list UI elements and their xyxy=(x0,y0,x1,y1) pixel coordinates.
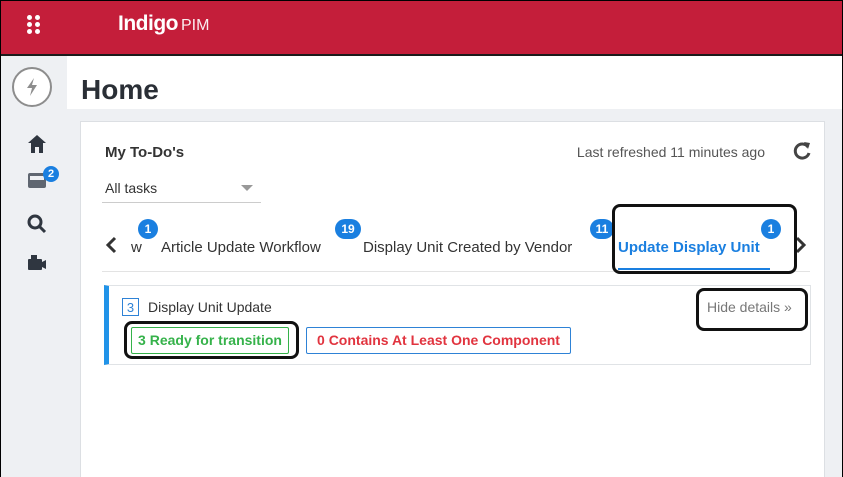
tab-workflow-partial[interactable]: w xyxy=(131,239,142,256)
todos-title: My To-Do's xyxy=(105,144,185,161)
contains-component-button[interactable]: 0 Contains At Least One Component xyxy=(306,327,571,354)
page-title: Home xyxy=(81,74,159,105)
top-bar: Indigo PIM xyxy=(1,1,842,56)
refresh-icon[interactable] xyxy=(792,141,812,161)
home-icon[interactable] xyxy=(27,134,47,154)
last-refreshed-text: Last refreshed 11 minutes ago xyxy=(576,144,765,160)
logo-suffix: PIM xyxy=(180,17,210,34)
task-filter-select[interactable]: All tasks xyxy=(105,180,157,196)
tab-count-badge: 11 xyxy=(590,219,614,239)
tab-count-badge: 19 xyxy=(335,219,361,239)
filter-underline xyxy=(102,202,261,203)
app-window: Indigo PIM 2 Home My To-Do's Last refresh… xyxy=(0,0,843,477)
tab-article-update-workflow[interactable]: Article Update Workflow xyxy=(161,239,321,256)
highlight-frame xyxy=(696,288,808,331)
highlight-frame xyxy=(124,321,299,359)
camera-icon[interactable] xyxy=(27,253,47,273)
chevron-left-icon[interactable] xyxy=(104,235,118,255)
chevron-down-icon[interactable] xyxy=(241,185,253,191)
sidebar: 2 xyxy=(1,56,67,477)
app-grid-icon[interactable] xyxy=(27,15,45,39)
task-detail-title: Display Unit Update xyxy=(148,299,272,315)
tab-display-unit-created-by-vendor[interactable]: Display Unit Created by Vendor xyxy=(363,239,572,256)
bolt-icon xyxy=(27,78,37,96)
logo-brand: Indigo xyxy=(118,12,178,35)
search-icon[interactable] xyxy=(27,214,47,234)
highlight-frame xyxy=(612,204,797,274)
tab-count-badge: 1 xyxy=(138,219,158,239)
notification-badge: 2 xyxy=(43,166,59,182)
quick-actions-button[interactable] xyxy=(12,67,52,107)
task-count-box: 3 xyxy=(122,298,139,316)
app-logo[interactable]: Indigo PIM xyxy=(118,12,209,36)
